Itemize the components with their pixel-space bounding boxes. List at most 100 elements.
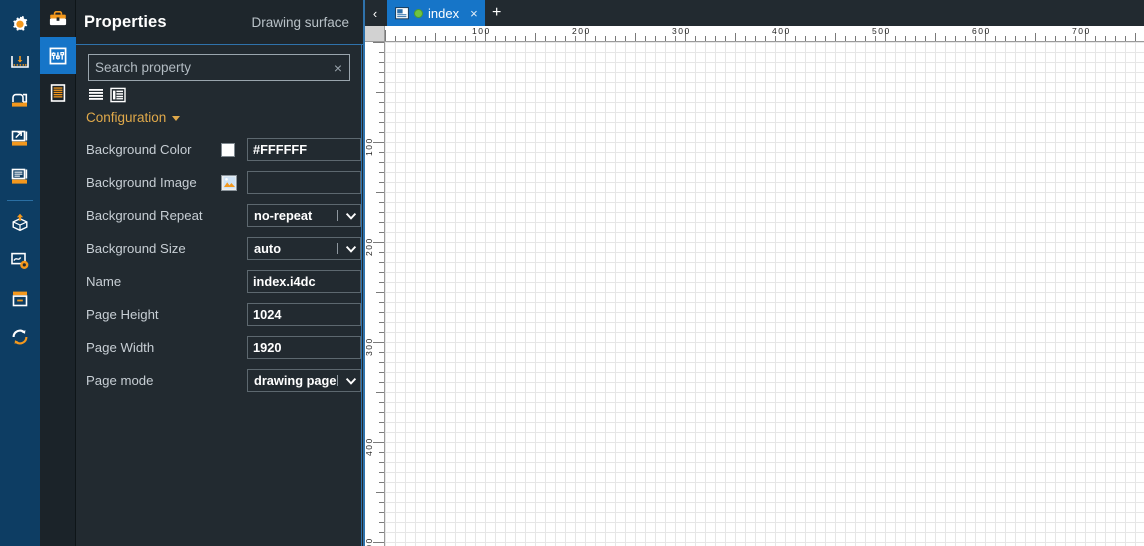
- ruler-tick: [395, 36, 396, 41]
- report-list-icon[interactable]: [0, 158, 40, 196]
- ruler-tick: [525, 36, 526, 41]
- ruler-tick: [379, 312, 384, 313]
- color-swatch-button[interactable]: [221, 142, 247, 157]
- ruler-tick: [373, 442, 384, 443]
- ruler-tick: [415, 36, 416, 41]
- ruler-tick: [379, 172, 384, 173]
- page-title: Properties: [84, 12, 167, 31]
- box-archive-icon[interactable]: [0, 280, 40, 318]
- search-input[interactable]: [89, 60, 327, 75]
- chevron-down-icon: [172, 116, 181, 121]
- ruler-tick: [455, 36, 456, 41]
- vertical-ruler[interactable]: 100 200 300 400 500: [363, 42, 385, 546]
- background-image-input[interactable]: [247, 171, 361, 194]
- ruler-tick: [379, 472, 384, 473]
- ruler-tick: [575, 36, 576, 41]
- ruler-tick: [815, 36, 816, 41]
- ruler-tick: [755, 36, 756, 41]
- ruler-tick: [645, 36, 646, 41]
- ruler-tick: [855, 36, 856, 41]
- properties-panel-icon[interactable]: [39, 37, 76, 74]
- list-view-icon[interactable]: [87, 86, 104, 103]
- measurement-chart-icon[interactable]: [0, 44, 40, 82]
- canvas-grid[interactable]: [385, 42, 1144, 546]
- deploy-package-icon[interactable]: [0, 204, 40, 242]
- ruler-tick: [379, 332, 384, 333]
- ruler-tick: [715, 36, 716, 41]
- ruler-tick: [1135, 33, 1136, 41]
- ruler-tick: [515, 36, 516, 41]
- page-name-input[interactable]: [247, 270, 361, 293]
- field-label: Background Repeat: [86, 208, 203, 223]
- ruler-tick: [376, 192, 384, 193]
- settings-gear-icon[interactable]: [0, 6, 40, 44]
- add-tab-button[interactable]: +: [485, 0, 509, 26]
- rail-separator: [7, 200, 33, 201]
- ruler-tick: [1025, 36, 1026, 41]
- export-icon[interactable]: [0, 120, 40, 158]
- page-icon: [395, 6, 409, 20]
- toolbox-icon[interactable]: [40, 0, 76, 37]
- archive-folder-icon[interactable]: [0, 82, 40, 120]
- ruler-corner[interactable]: [363, 26, 385, 42]
- tab-scroll-left-button[interactable]: ‹: [363, 0, 387, 26]
- ruler-tick: [805, 36, 806, 41]
- chevron-down-icon: [342, 210, 360, 222]
- ruler-tick: [379, 52, 384, 53]
- ruler-tick: [845, 36, 846, 41]
- field-label: Background Size: [86, 241, 186, 256]
- ruler-tick: [835, 33, 836, 41]
- image-picker-button[interactable]: [221, 174, 247, 191]
- ruler-tick: [373, 242, 384, 243]
- ruler-tick: [935, 33, 936, 41]
- field-label: Background Image: [86, 175, 197, 190]
- ruler-tick: [995, 36, 996, 41]
- ruler-tick: [425, 36, 426, 41]
- ruler-tick: [379, 232, 384, 233]
- horizontal-ruler[interactable]: 100 200 300 400 500 600 700: [385, 26, 1144, 42]
- ruler-tick: [955, 36, 956, 41]
- tab-index[interactable]: index ×: [387, 0, 485, 26]
- chart-settings-icon[interactable]: [0, 242, 40, 280]
- page-height-input[interactable]: [247, 303, 361, 326]
- ruler-label: 300: [672, 26, 691, 36]
- ruler-tick: [1015, 36, 1016, 41]
- field-row-page-width: Page Width: [76, 331, 362, 364]
- ruler-label: 700: [1072, 26, 1091, 36]
- field-label: Background Color: [86, 142, 192, 157]
- document-list-icon[interactable]: [40, 74, 76, 111]
- ruler-tick: [373, 342, 384, 343]
- ruler-tick: [373, 142, 384, 143]
- refresh-sync-icon[interactable]: [0, 318, 40, 356]
- search-clear-icon[interactable]: ×: [327, 61, 349, 75]
- ruler-tick: [379, 102, 384, 103]
- panel-selector-rail: [39, 0, 76, 546]
- ruler-tick: [379, 462, 384, 463]
- ruler-tick: [379, 162, 384, 163]
- ruler-tick: [379, 502, 384, 503]
- background-repeat-select[interactable]: no-repeat: [247, 204, 361, 227]
- page-width-input[interactable]: [247, 336, 361, 359]
- ruler-tick: [555, 36, 556, 41]
- ruler-tick: [379, 72, 384, 73]
- configuration-group-header[interactable]: Configuration: [76, 103, 362, 129]
- ruler-tick: [1095, 36, 1096, 41]
- background-size-select[interactable]: auto: [247, 237, 361, 260]
- grouped-view-icon[interactable]: [109, 86, 126, 103]
- ruler-tick: [379, 322, 384, 323]
- page-mode-select[interactable]: drawing page: [247, 369, 361, 392]
- ruler-tick: [915, 36, 916, 41]
- ruler-tick: [775, 36, 776, 41]
- close-icon[interactable]: ×: [470, 7, 478, 20]
- select-value: drawing page: [254, 373, 337, 388]
- ruler-label: 300: [364, 337, 374, 356]
- search-box[interactable]: ×: [88, 54, 350, 81]
- ruler-tick: [379, 222, 384, 223]
- ruler-tick: [379, 252, 384, 253]
- ruler-tick: [475, 36, 476, 41]
- ruler-tick: [675, 36, 676, 41]
- background-color-input[interactable]: [247, 138, 361, 161]
- ruler-tick: [376, 392, 384, 393]
- drawing-surface[interactable]: 100 200 300 400 500 600 700 100 200 300 400 500: [363, 26, 1144, 546]
- ruler-tick: [795, 36, 796, 41]
